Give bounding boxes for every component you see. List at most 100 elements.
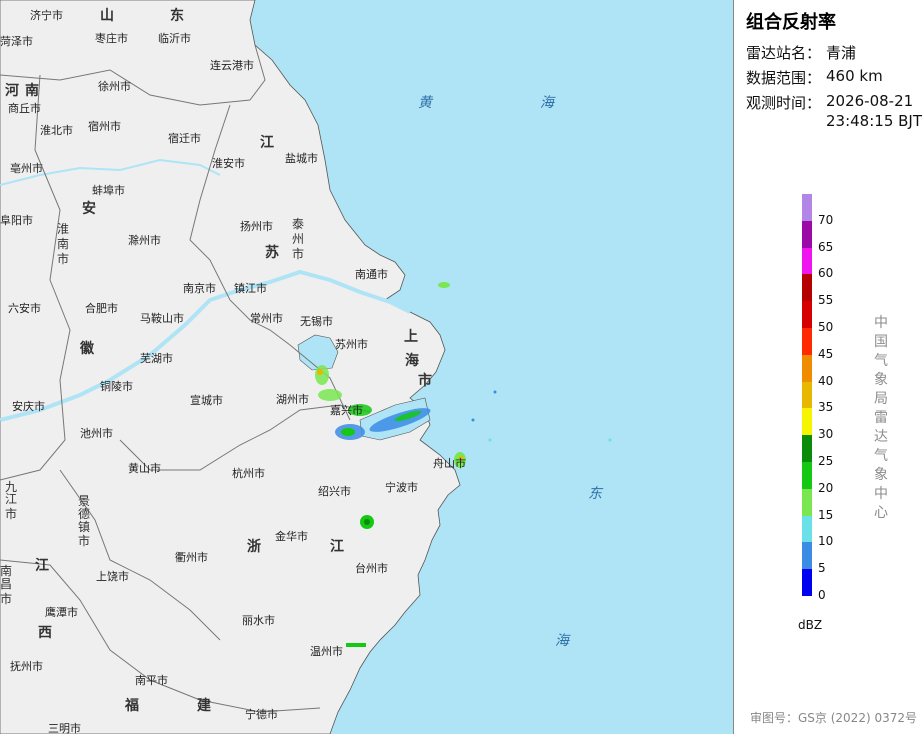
- legend-swatch-35: [802, 381, 812, 409]
- city-label: 蚌埠市: [92, 184, 125, 197]
- city-label: 衢州市: [175, 551, 208, 564]
- sea-label: 东: [588, 486, 602, 502]
- city-label: 安庆市: [12, 400, 45, 413]
- sea-label: 黄: [418, 95, 432, 111]
- station-value: 青浦: [826, 44, 857, 62]
- province-label: 市: [292, 247, 305, 261]
- legend-swatch-70: [802, 194, 812, 221]
- legend-swatch-10: [802, 515, 812, 543]
- city-label: 无锡市: [300, 315, 333, 328]
- city-label: 菏泽市: [0, 35, 33, 48]
- agency-char: 达: [874, 429, 888, 445]
- station-label: 雷达站名：: [746, 44, 822, 62]
- city-label: 宣城市: [190, 394, 223, 407]
- city-label: 宿州市: [88, 120, 121, 133]
- city-label: 舟山市: [433, 457, 466, 470]
- agency-char: 象: [874, 372, 888, 388]
- agency-char: 雷: [874, 410, 888, 426]
- province-label: 建: [197, 698, 211, 714]
- legend-value-45: 45: [818, 346, 834, 361]
- agency-char: 心: [874, 505, 888, 521]
- legend-value-30: 30: [818, 427, 834, 442]
- range-label: 数据范围：: [746, 69, 822, 87]
- city-label: 杭州市: [232, 467, 265, 480]
- sea-label: 海: [555, 633, 569, 649]
- sea-label: 海: [540, 95, 554, 111]
- legend-value-40: 40: [818, 373, 834, 388]
- legend-value-55: 55: [818, 293, 834, 308]
- province-label: 河: [5, 83, 19, 99]
- legend-swatch-5: [802, 542, 812, 570]
- province-label: 市: [418, 373, 432, 389]
- province-label: 江: [330, 539, 344, 555]
- city-label: 鹰潭市: [45, 606, 78, 619]
- city-label: 铜陵市: [100, 380, 133, 393]
- legend-swatch-0: [802, 569, 812, 596]
- city-label: 丽水市: [242, 614, 275, 627]
- time-clock: 23:48:15 BJT: [826, 112, 923, 130]
- info-panel: 组合反射率 雷达站名： 青浦 数据范围： 460 km 观测时间： 2026-0…: [734, 0, 924, 734]
- city-label: 马鞍山市: [140, 312, 184, 325]
- province-label: 福: [125, 698, 139, 714]
- legend-value-0: 0: [818, 588, 826, 602]
- province-label: 山: [100, 8, 114, 24]
- agency-char: 局: [874, 391, 888, 407]
- city-label: 滁州市: [128, 234, 161, 247]
- agency-char: 中: [874, 486, 888, 502]
- legend-swatch-55: [802, 274, 812, 302]
- city-label: 商丘市: [8, 102, 41, 115]
- legend-value-10: 10: [818, 534, 834, 549]
- city-label: 三明市: [48, 722, 81, 734]
- city-label: 淮安市: [212, 157, 245, 170]
- legend-value-25: 25: [818, 454, 834, 468]
- city-label: 镇江市: [234, 282, 267, 295]
- legend-swatch-25: [802, 435, 812, 462]
- province-label: 海: [405, 353, 419, 369]
- legend-swatch-60: [802, 247, 812, 275]
- legend-value-60: 60: [818, 266, 834, 281]
- legend-value-50: 50: [818, 320, 834, 334]
- city-label: 湖州市: [276, 393, 309, 406]
- city-label: 常州市: [250, 312, 283, 325]
- legend-swatch-15: [802, 488, 812, 516]
- city-label: 抚州市: [10, 660, 43, 673]
- review-number: 审图号：GS京 (2022) 0372号: [750, 711, 917, 725]
- city-label: 合肥市: [85, 302, 118, 315]
- province-label: 东: [170, 8, 184, 24]
- legend-swatch-40: [802, 354, 812, 382]
- legend-unit: dBZ: [798, 618, 823, 632]
- city-label: 池州市: [80, 427, 113, 440]
- city-label: 苏州市: [335, 338, 368, 351]
- legend-value-5: 5: [818, 561, 826, 576]
- province-label: 江: [260, 135, 274, 151]
- province-label: 市: [57, 252, 70, 266]
- city-label: 黄山市: [128, 462, 161, 475]
- city-label: 宁波市: [385, 481, 418, 494]
- city-label: 上饶市: [96, 570, 129, 583]
- agency-vertical-text: 中国气象局雷达气象中心: [872, 314, 890, 523]
- city-label: 徐州市: [98, 80, 131, 93]
- legend-swatch-50: [802, 301, 812, 328]
- legend-swatch-65: [802, 220, 812, 248]
- city-label: 南平市: [135, 674, 168, 687]
- city-label: 六安市: [8, 302, 41, 315]
- city-label: 绍兴市: [318, 485, 351, 498]
- legend-value-70: 70: [818, 212, 834, 227]
- product-title: 组合反射率: [746, 12, 836, 33]
- radar-viewer: 济宁市 枣庄市 临沂市 菏泽市 连云港市 徐州市 商丘市 淮北市 宿州市 宿迁市 盐城市 亳州市 蚌埠市…: [0, 0, 924, 734]
- city-label: 阜阳市: [0, 214, 33, 227]
- agency-char: 中: [874, 315, 888, 331]
- province-label: 西: [38, 625, 52, 641]
- city-label: 南通市: [355, 268, 388, 281]
- agency-char: 象: [874, 467, 888, 483]
- city-label: 枣庄市: [95, 32, 128, 45]
- legend-value-35: 35: [818, 400, 834, 415]
- map-canvas: [0, 0, 733, 734]
- city-label: 宁德市: [245, 708, 278, 721]
- city-label: 盐城市: [285, 152, 318, 165]
- radar-map[interactable]: 济宁市 枣庄市 临沂市 菏泽市 连云港市 徐州市 商丘市 淮北市 宿州市 宿迁市 盐城市 亳州市 蚌埠市…: [0, 0, 734, 734]
- agency-char: 气: [874, 448, 888, 464]
- city-label: 南京市: [183, 282, 216, 295]
- city-label: 扬州市: [240, 220, 273, 233]
- city-label: 淮北市: [40, 124, 73, 137]
